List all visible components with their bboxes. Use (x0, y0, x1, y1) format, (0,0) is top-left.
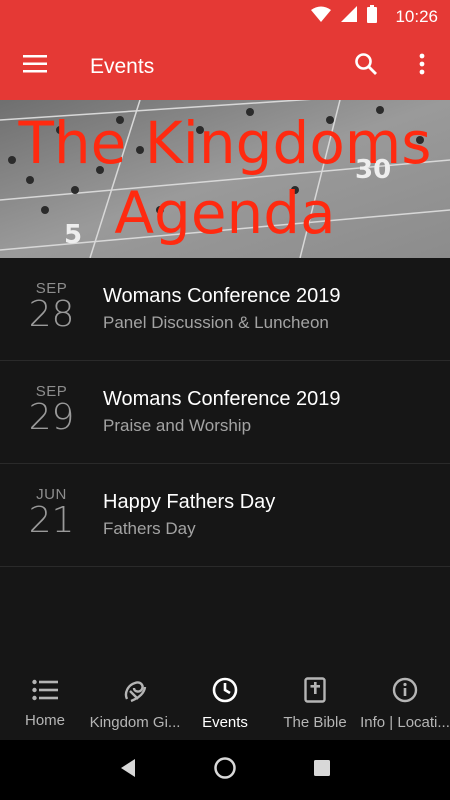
nav-info-location[interactable]: Info | Locati... (360, 668, 450, 740)
back-triangle-icon (119, 758, 137, 783)
event-item[interactable]: JUN 21 Happy Fathers Day Fathers Day (0, 464, 450, 567)
event-subtitle: Fathers Day (103, 519, 196, 538)
page-title: Events (90, 54, 155, 78)
event-title: Happy Fathers Day (103, 491, 276, 513)
banner-title-line2: Agenda (114, 179, 336, 247)
nav-home-label: Home (24, 712, 65, 729)
home-circle-icon (213, 756, 237, 785)
event-date: SEP 29 (0, 384, 103, 438)
info-icon (392, 677, 418, 708)
nav-kingdom-giving-label: Kingdom Gi... (89, 714, 181, 731)
hamburger-icon (23, 55, 47, 78)
nav-bible-label: The Bible (283, 714, 347, 731)
nav-bible[interactable]: The Bible (270, 668, 360, 740)
recents-button[interactable] (302, 750, 342, 790)
back-button[interactable] (108, 750, 148, 790)
bottom-navigation: Home Kingdom Gi... Events The Bible Info… (0, 668, 450, 740)
status-bar: 10:26 (0, 0, 450, 33)
signal-icon (341, 6, 358, 27)
search-icon (354, 52, 378, 81)
wifi-icon (311, 6, 332, 27)
event-list: SEP 28 Womans Conference 2019 Panel Disc… (0, 258, 450, 567)
more-vert-icon (419, 53, 425, 80)
giving-icon (122, 677, 148, 708)
system-navigation-bar (0, 740, 450, 800)
event-date: SEP 28 (0, 281, 103, 335)
nav-events-label: Events (202, 714, 248, 731)
recents-square-icon (313, 759, 331, 782)
search-button[interactable] (338, 33, 394, 100)
bible-icon (304, 677, 326, 708)
event-subtitle: Praise and Worship (103, 416, 252, 435)
event-title: Womans Conference 2019 (103, 285, 341, 307)
banner-title: The Kingdoms Agenda (0, 108, 450, 248)
status-time: 10:26 (395, 6, 438, 26)
event-day: 28 (28, 294, 75, 335)
home-button[interactable] (205, 750, 245, 790)
nav-kingdom-giving[interactable]: Kingdom Gi... (90, 668, 180, 740)
event-subtitle: Panel Discussion & Luncheon (103, 313, 329, 332)
event-item[interactable]: SEP 28 Womans Conference 2019 Panel Disc… (0, 258, 450, 361)
banner-image: 5 30 The Kingdoms Agenda (0, 100, 450, 258)
nav-events[interactable]: Events (180, 668, 270, 740)
banner-title-line1: The Kingdoms (18, 109, 432, 177)
screen: 10:26 Events 5 30 The Kingdoms Agenda SE… (0, 0, 450, 800)
list-icon (32, 679, 58, 706)
menu-button[interactable] (0, 33, 70, 100)
nav-home[interactable]: Home (0, 668, 90, 740)
clock-icon (212, 677, 238, 708)
nav-info-location-label: Info | Locati... (360, 714, 450, 731)
event-day: 21 (28, 500, 75, 541)
event-item[interactable]: SEP 29 Womans Conference 2019 Praise and… (0, 361, 450, 464)
event-day: 29 (28, 397, 75, 438)
overflow-menu-button[interactable] (394, 33, 450, 100)
app-bar: Events (0, 33, 450, 100)
event-date: JUN 21 (0, 487, 103, 541)
event-title: Womans Conference 2019 (103, 388, 341, 410)
battery-icon (367, 5, 378, 28)
